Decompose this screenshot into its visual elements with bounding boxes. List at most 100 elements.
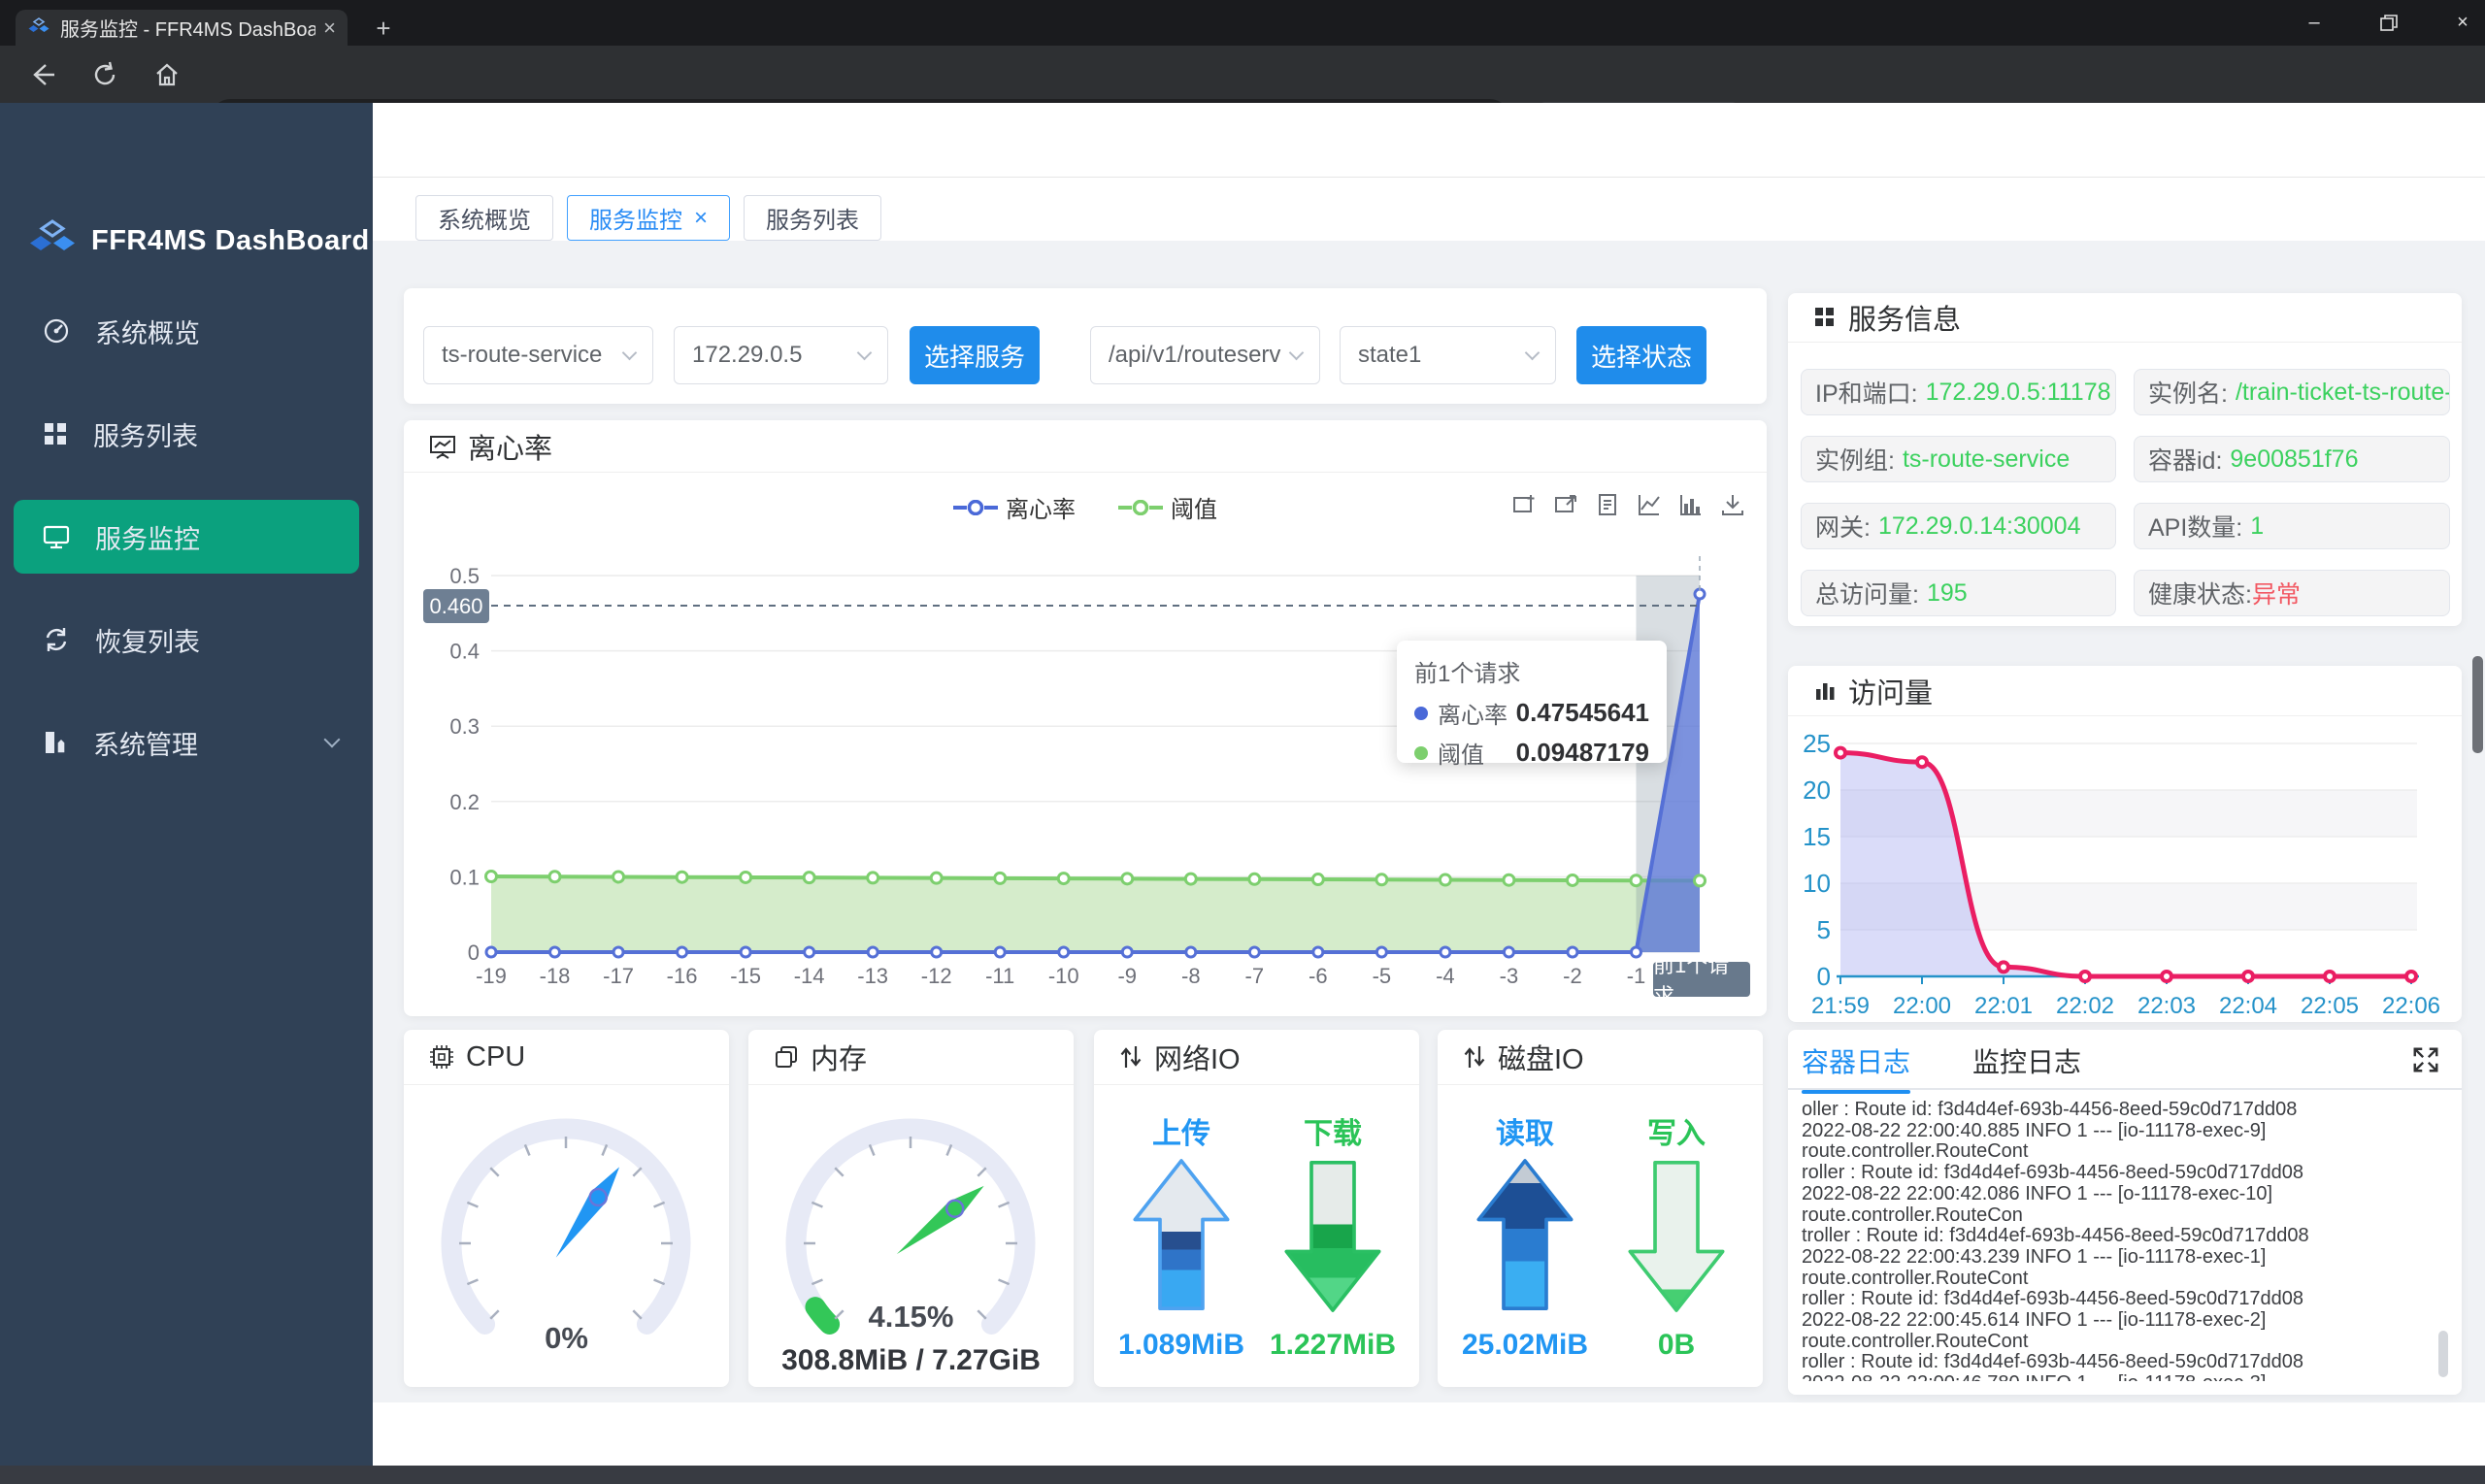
disk-io-title: 磁盘IO <box>1498 1044 1584 1075</box>
browser-refresh-icon[interactable] <box>83 46 126 103</box>
svg-text:-7: -7 <box>1245 964 1265 988</box>
disk-read-label: 读取 <box>1496 1118 1554 1150</box>
browser-back-icon[interactable] <box>21 46 64 103</box>
svg-text:25: 25 <box>1803 729 1831 758</box>
svg-text:0.5: 0.5 <box>449 564 480 588</box>
svg-text:0.4: 0.4 <box>449 640 480 664</box>
log-tab-1[interactable]: 监控日志 <box>1972 1041 2081 1094</box>
disk-read-value: 25.02MiB <box>1461 1329 1589 1361</box>
svg-text:-17: -17 <box>603 964 634 988</box>
field-label: 总访问量: <box>1815 581 1919 609</box>
state-value: state1 <box>1358 342 1422 368</box>
chevron-down-icon <box>1524 345 1541 361</box>
sidebar-item-label: 服务列表 <box>93 421 198 451</box>
svg-text:-16: -16 <box>667 964 698 988</box>
sidebar-item-2[interactable]: 服务监控 <box>14 500 359 574</box>
chevron-down-icon <box>621 345 638 361</box>
cpu-value: 0% <box>545 1321 588 1355</box>
visits-title: 访问量 <box>1848 677 1934 709</box>
cpu-chip-icon <box>430 1045 453 1069</box>
sidebar-item-3[interactable]: 恢复列表 <box>0 603 373 676</box>
disk-write-arrow-icon <box>1628 1161 1725 1312</box>
eccentricity-card: 离心率 离心率 阈值 0 0.1 0.2 0.3 0.4 0.5 -19 -18 -17 -16 -1… <box>404 420 1767 1016</box>
log-card: 容器日志 监控日志 oller : Route id: f3d4d4ef-693b… <box>1788 1030 2462 1395</box>
svg-text:-4: -4 <box>1436 964 1455 988</box>
tooltip-row-0: 离心率 0.47545641 <box>1414 696 1649 730</box>
disk-io-header: 磁盘IO <box>1438 1030 1763 1085</box>
state-select[interactable]: state1 <box>1340 326 1556 384</box>
svg-text:-2: -2 <box>1563 964 1582 988</box>
tag-2[interactable]: 服务列表 <box>744 195 882 241</box>
cpu-gauge <box>441 1118 691 1335</box>
bar-chart-icon <box>1816 682 1835 700</box>
browser-home-icon[interactable] <box>146 46 188 103</box>
sidebar-item-1[interactable]: 服务列表 <box>0 397 373 471</box>
log-line: roller : Route id: f3d4d4ef-693b-4456-8e… <box>1802 1162 2304 1184</box>
cpu-header: CPU <box>404 1030 729 1085</box>
chevron-down-icon <box>1288 345 1305 361</box>
tooltip-row-1: 阈值 0.09487179 <box>1414 736 1649 770</box>
log-line: 2022-08-22 22:00:42.086 INFO 1 --- [o-11… <box>1802 1182 2273 1226</box>
service-info-card: 服务信息 IP和端口: 172.29.0.5:11178 实例名:/train-ti… <box>1788 293 2462 626</box>
chart-tooltip: 前1个请求 离心率 0.47545641 阈值 0.09487179 <box>1397 641 1667 769</box>
sidebar-item-label: 恢复列表 <box>95 627 200 657</box>
disk-write-label: 写入 <box>1647 1118 1706 1150</box>
log-expand-icon[interactable] <box>2411 1045 2440 1079</box>
sidebar-item-0[interactable]: 系统概览 <box>0 294 373 368</box>
tag-1[interactable]: 服务监控 × <box>567 195 731 241</box>
service-info-field-3: 容器id: 9e00851f76 <box>2134 436 2450 482</box>
browser-tab-title: 服务监控 - FFR4MS DashBoard <box>60 19 316 41</box>
page-scrollbar[interactable] <box>2472 656 2483 753</box>
sidebar-item-label: 系统概览 <box>95 318 200 348</box>
eccentricity-title: 离心率 <box>468 433 553 465</box>
svg-text:-9: -9 <box>1117 964 1137 988</box>
svg-text:5: 5 <box>1817 915 1831 944</box>
window-restore-button[interactable] <box>2358 0 2420 46</box>
field-label: 网关: <box>1815 514 1871 542</box>
log-tab-0[interactable]: 容器日志 <box>1802 1041 1911 1094</box>
memory-percent: 4.15% <box>868 1300 954 1334</box>
network-io-header: 网络IO <box>1094 1030 1419 1085</box>
series-dot-icon <box>1414 706 1428 720</box>
window-close-button[interactable]: × <box>2432 0 2485 46</box>
field-label: API数量: <box>2148 514 2243 542</box>
svg-text:-11: -11 <box>985 964 1014 988</box>
network-io-title: 网络IO <box>1154 1044 1241 1075</box>
svg-text:0.2: 0.2 <box>449 790 480 814</box>
log-line: 2022-08-22 22:00:46.780 INFO 1 --- [io-1… <box>1802 1372 2423 1381</box>
svg-text:21:59: 21:59 <box>1811 993 1870 1019</box>
field-label: 容器id: <box>2148 447 2223 475</box>
service-info-field-7: 健康状态: 异常 <box>2134 570 2450 616</box>
new-tab-button[interactable]: + <box>369 14 398 44</box>
svg-text:-13: -13 <box>857 964 888 988</box>
visits-chart-canvas[interactable]: 0 5 10 15 20 25 21:59 22:00 22:01 22:02 22:03 22:04… <box>1788 716 2462 1022</box>
log-line: 2022-08-22 22:00:43.239 INFO 1 --- [io-1… <box>1802 1245 2267 1289</box>
svg-text:-19: -19 <box>476 964 507 988</box>
sidebar-item-4[interactable]: 系统管理 <box>0 706 373 779</box>
visits-card: 访问量 0 5 10 15 20 25 21:59 22:00 22:01 22:02 22:03 2… <box>1788 666 2462 1022</box>
svg-text:-8: -8 <box>1181 964 1201 988</box>
select-service-button[interactable]: 选择服务 <box>910 326 1040 384</box>
tooltip-series-value: 0.47545641 <box>1515 698 1649 727</box>
disk-read-arrow-icon <box>1476 1159 1574 1310</box>
field-label: 实例名: <box>2148 380 2228 408</box>
service-group-select[interactable]: ts-route-service <box>423 326 653 384</box>
svg-text:22:02: 22:02 <box>2056 993 2114 1019</box>
field-value: ts-route-service <box>1902 445 2071 473</box>
field-value: 9e00851f76 <box>2230 445 2359 473</box>
tag-close-icon[interactable]: × <box>694 205 708 232</box>
log-scrollbar[interactable] <box>2438 1331 2448 1377</box>
api-path-select[interactable]: /api/v1/routeservic <box>1090 326 1320 384</box>
tag-0[interactable]: 系统概览 <box>415 195 553 241</box>
log-line: oller : Route id: f3d4d4ef-693b-4456-8ee… <box>1802 1100 2298 1120</box>
select-state-button[interactable]: 选择状态 <box>1576 326 1706 384</box>
service-ip-select[interactable]: 172.29.0.5 <box>674 326 888 384</box>
browser-tab[interactable]: 服务监控 - FFR4MS DashBoard × <box>16 10 348 46</box>
field-label: 实例组: <box>1815 447 1895 475</box>
tab-close-icon[interactable]: × <box>323 16 336 41</box>
upload-arrow-icon <box>1133 1159 1230 1310</box>
tooltip-series-name: 阈值 <box>1438 742 1484 769</box>
window-minimize-button[interactable]: – <box>2283 0 2345 46</box>
memory-detail: 308.8MiB / 7.27GiB <box>781 1344 1041 1376</box>
download-value: 1.227MiB <box>1269 1329 1397 1361</box>
